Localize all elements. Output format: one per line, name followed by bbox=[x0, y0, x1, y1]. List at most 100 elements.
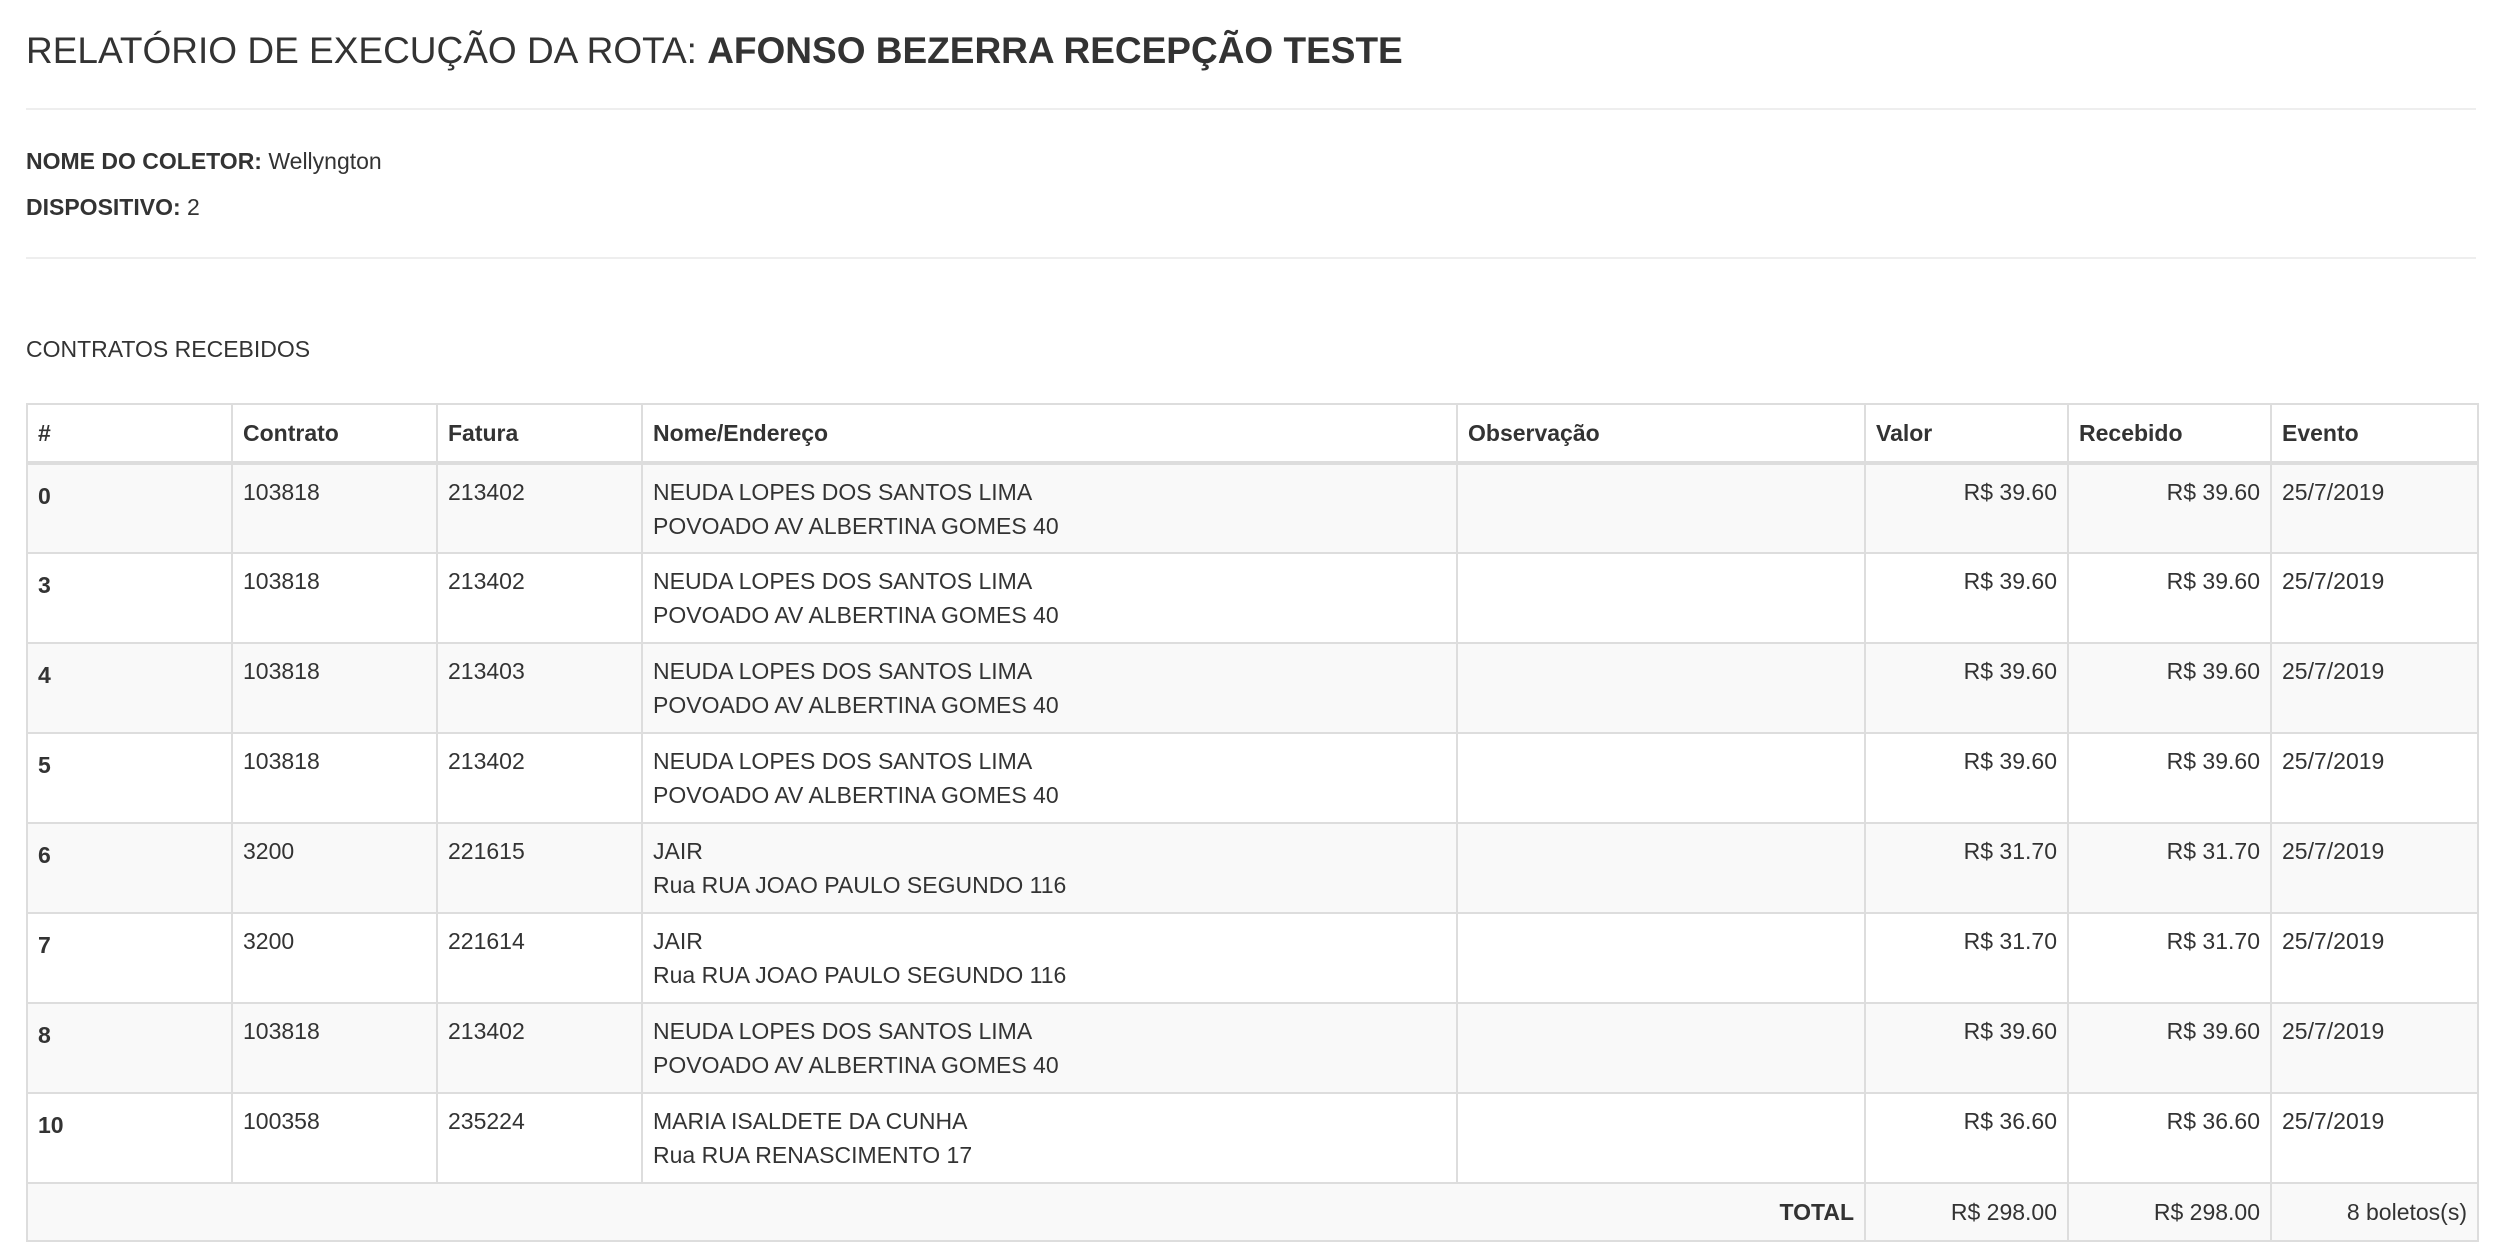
table-row: 7 3200 221614 JAIR Rua RUA JOAO PAULO SEGUND… bbox=[26, 912, 2479, 1004]
cell-index: 10 bbox=[26, 1092, 233, 1184]
customer-name: MARIA ISALDETE DA CUNHA bbox=[653, 1108, 968, 1134]
table-header-row: # Contrato Fatura Nome/Endereço Observaç… bbox=[26, 403, 2479, 465]
customer-name: NEUDA LOPES DOS SANTOS LIMA bbox=[653, 568, 1033, 594]
cell-observation bbox=[1456, 642, 1866, 734]
cell-event: 25/7/2019 bbox=[2270, 732, 2479, 824]
customer-name: JAIR bbox=[653, 838, 703, 864]
collector-value: Wellyngton bbox=[268, 148, 382, 174]
header-event: Evento bbox=[2270, 403, 2479, 465]
cell-contract: 3200 bbox=[231, 822, 438, 914]
cell-observation bbox=[1456, 732, 1866, 824]
cell-event: 25/7/2019 bbox=[2270, 462, 2479, 554]
total-received: R$ 298.00 bbox=[2067, 1182, 2272, 1242]
cell-event: 25/7/2019 bbox=[2270, 822, 2479, 914]
cell-name-address: MARIA ISALDETE DA CUNHA Rua RUA RENASCIME… bbox=[641, 1092, 1458, 1184]
customer-name: NEUDA LOPES DOS SANTOS LIMA bbox=[653, 1018, 1033, 1044]
cell-observation bbox=[1456, 1092, 1866, 1184]
cell-index: 0 bbox=[26, 462, 233, 554]
cell-name-address: NEUDA LOPES DOS SANTOS LIMA POVOADO AV AL… bbox=[641, 1002, 1458, 1094]
cell-invoice: 221614 bbox=[436, 912, 643, 1004]
cell-invoice: 213403 bbox=[436, 642, 643, 734]
cell-invoice: 213402 bbox=[436, 552, 643, 644]
customer-address: Rua RUA JOAO PAULO SEGUNDO 116 bbox=[653, 872, 1067, 898]
cell-name-address: NEUDA LOPES DOS SANTOS LIMA POVOADO AV AL… bbox=[641, 462, 1458, 554]
cell-value: R$ 39.60 bbox=[1864, 1002, 2069, 1094]
table-row: 6 3200 221615 JAIR Rua RUA JOAO PAULO SEGUND… bbox=[26, 822, 2479, 914]
cell-observation bbox=[1456, 912, 1866, 1004]
table-row: 0 103818 213402 NEUDA LOPES DOS SANTOS LIMA… bbox=[26, 462, 2479, 554]
cell-observation bbox=[1456, 822, 1866, 914]
title-prefix: RELATÓRIO DE EXECUÇÃO DA ROTA: bbox=[26, 30, 697, 71]
customer-address: POVOADO AV ALBERTINA GOMES 40 bbox=[653, 782, 1059, 808]
section-title: CONTRATOS RECEBIDOS bbox=[26, 336, 311, 362]
header-value: Valor bbox=[1864, 403, 2069, 465]
cell-value: R$ 36.60 bbox=[1864, 1092, 2069, 1184]
table-row: 3 103818 213402 NEUDA LOPES DOS SANTOS LIMA… bbox=[26, 552, 2479, 644]
table-row: 4 103818 213403 NEUDA LOPES DOS SANTOS LIMA… bbox=[26, 642, 2479, 734]
cell-index: 7 bbox=[26, 912, 233, 1004]
cell-name-address: JAIR Rua RUA JOAO PAULO SEGUNDO 116 bbox=[641, 912, 1458, 1004]
cell-invoice: 235224 bbox=[436, 1092, 643, 1184]
divider bbox=[26, 257, 2476, 259]
cell-received: R$ 39.60 bbox=[2067, 552, 2272, 644]
cell-name-address: NEUDA LOPES DOS SANTOS LIMA POVOADO AV AL… bbox=[641, 642, 1458, 734]
cell-contract: 103818 bbox=[231, 732, 438, 824]
cell-contract: 103818 bbox=[231, 552, 438, 644]
header-received: Recebido bbox=[2067, 403, 2272, 465]
customer-address: POVOADO AV ALBERTINA GOMES 40 bbox=[653, 602, 1059, 628]
cell-event: 25/7/2019 bbox=[2270, 1002, 2479, 1094]
cell-received: R$ 31.70 bbox=[2067, 912, 2272, 1004]
device-info: DISPOSITIVO: 2 bbox=[26, 192, 2476, 222]
cell-value: R$ 39.60 bbox=[1864, 462, 2069, 554]
cell-received: R$ 39.60 bbox=[2067, 1002, 2272, 1094]
cell-name-address: JAIR Rua RUA JOAO PAULO SEGUNDO 116 bbox=[641, 822, 1458, 914]
customer-address: Rua RUA JOAO PAULO SEGUNDO 116 bbox=[653, 962, 1067, 988]
cell-contract: 103818 bbox=[231, 642, 438, 734]
cell-index: 4 bbox=[26, 642, 233, 734]
route-name: AFONSO BEZERRA RECEPÇÃO TESTE bbox=[707, 30, 1403, 71]
cell-value: R$ 39.60 bbox=[1864, 552, 2069, 644]
cell-index: 5 bbox=[26, 732, 233, 824]
cell-received: R$ 39.60 bbox=[2067, 732, 2272, 824]
cell-value: R$ 39.60 bbox=[1864, 732, 2069, 824]
header-index: # bbox=[26, 403, 233, 465]
cell-index: 8 bbox=[26, 1002, 233, 1094]
cell-value: R$ 31.70 bbox=[1864, 912, 2069, 1004]
cell-contract: 100358 bbox=[231, 1092, 438, 1184]
header-name-address: Nome/Endereço bbox=[641, 403, 1458, 465]
collector-label: NOME DO COLETOR: bbox=[26, 148, 262, 174]
cell-contract: 103818 bbox=[231, 462, 438, 554]
cell-event: 25/7/2019 bbox=[2270, 642, 2479, 734]
cell-invoice: 213402 bbox=[436, 462, 643, 554]
boleto-count: 8 boletos(s) bbox=[2270, 1182, 2479, 1242]
customer-address: POVOADO AV ALBERTINA GOMES 40 bbox=[653, 1052, 1059, 1078]
cell-contract: 103818 bbox=[231, 1002, 438, 1094]
cell-invoice: 213402 bbox=[436, 732, 643, 824]
cell-received: R$ 39.60 bbox=[2067, 642, 2272, 734]
customer-address: POVOADO AV ALBERTINA GOMES 40 bbox=[653, 692, 1059, 718]
table-body: 0 103818 213402 NEUDA LOPES DOS SANTOS LIMA… bbox=[26, 462, 2479, 1184]
header-invoice: Fatura bbox=[436, 403, 643, 465]
cell-value: R$ 39.60 bbox=[1864, 642, 2069, 734]
cell-event: 25/7/2019 bbox=[2270, 1092, 2479, 1184]
customer-name: NEUDA LOPES DOS SANTOS LIMA bbox=[653, 658, 1033, 684]
customer-address: Rua RUA RENASCIMENTO 17 bbox=[653, 1142, 973, 1168]
header-contract: Contrato bbox=[231, 403, 438, 465]
cell-index: 6 bbox=[26, 822, 233, 914]
cell-received: R$ 36.60 bbox=[2067, 1092, 2272, 1184]
cell-event: 25/7/2019 bbox=[2270, 552, 2479, 644]
contracts-table: # Contrato Fatura Nome/Endereço Observaç… bbox=[26, 403, 2479, 1242]
customer-name: NEUDA LOPES DOS SANTOS LIMA bbox=[653, 479, 1033, 505]
customer-name: NEUDA LOPES DOS SANTOS LIMA bbox=[653, 748, 1033, 774]
collector-info: NOME DO COLETOR: Wellyngton bbox=[26, 146, 2476, 176]
table-footer-row: TOTAL R$ 298.00 R$ 298.00 8 boletos(s) bbox=[26, 1182, 2479, 1242]
divider bbox=[26, 108, 2476, 110]
cell-received: R$ 39.60 bbox=[2067, 462, 2272, 554]
table-row: 10 100358 235224 MARIA ISALDETE DA CUNHA Rua… bbox=[26, 1092, 2479, 1184]
cell-observation bbox=[1456, 1002, 1866, 1094]
customer-name: JAIR bbox=[653, 928, 703, 954]
report-page: RELATÓRIO DE EXECUÇÃO DA ROTA: AFONSO BE… bbox=[26, 0, 2479, 1242]
cell-contract: 3200 bbox=[231, 912, 438, 1004]
page-title: RELATÓRIO DE EXECUÇÃO DA ROTA: AFONSO BE… bbox=[26, 0, 2476, 74]
cell-name-address: NEUDA LOPES DOS SANTOS LIMA POVOADO AV AL… bbox=[641, 552, 1458, 644]
